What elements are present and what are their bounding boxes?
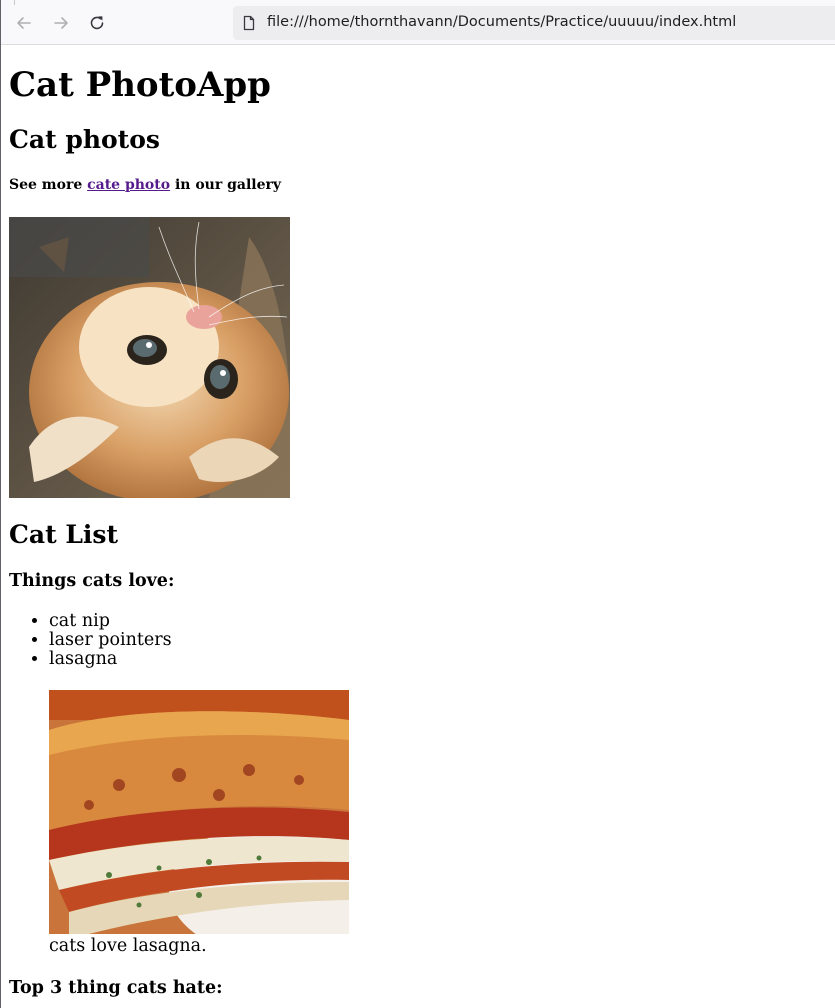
back-button[interactable] bbox=[13, 12, 35, 34]
hate-heading: Top 3 thing cats hate: bbox=[9, 978, 223, 998]
document-icon bbox=[243, 15, 255, 31]
gallery-link[interactable]: cate photo bbox=[87, 177, 170, 193]
arrow-left-icon bbox=[17, 17, 31, 29]
tab-divider bbox=[14, 0, 15, 5]
lasagna-caption: cats love lasagna. bbox=[49, 936, 207, 956]
gallery-paragraph: See more cate photo in our gallery bbox=[9, 177, 281, 193]
love-heading: Things cats love: bbox=[9, 571, 175, 591]
browser-toolbar: file:///home/thornthavann/Documents/Prac… bbox=[1, 0, 835, 45]
page-title: Cat PhotoApp bbox=[9, 65, 271, 105]
cat-photo-graphic bbox=[9, 217, 290, 498]
love-list: cat nip laser pointers lasagna bbox=[9, 612, 172, 669]
lasagna-photo bbox=[49, 690, 349, 934]
list-heading: Cat List bbox=[9, 520, 119, 549]
list-item: lasagna bbox=[49, 650, 172, 669]
list-item: laser pointers bbox=[49, 631, 172, 650]
window-edge bbox=[0, 0, 1, 1008]
list-item: cat nip bbox=[49, 612, 172, 631]
cat-photo[interactable] bbox=[9, 217, 290, 498]
address-bar[interactable]: file:///home/thornthavann/Documents/Prac… bbox=[233, 6, 835, 40]
arrow-right-icon bbox=[54, 17, 68, 29]
forward-button[interactable] bbox=[50, 12, 72, 34]
url-text[interactable]: file:///home/thornthavann/Documents/Prac… bbox=[267, 14, 736, 30]
lasagna-photo-graphic bbox=[49, 690, 349, 934]
reload-icon bbox=[90, 16, 104, 30]
gallery-text-before: See more bbox=[9, 177, 88, 193]
reload-button[interactable] bbox=[86, 12, 108, 34]
photos-heading: Cat photos bbox=[9, 125, 160, 154]
gallery-text-after: in our gallery bbox=[170, 177, 282, 193]
